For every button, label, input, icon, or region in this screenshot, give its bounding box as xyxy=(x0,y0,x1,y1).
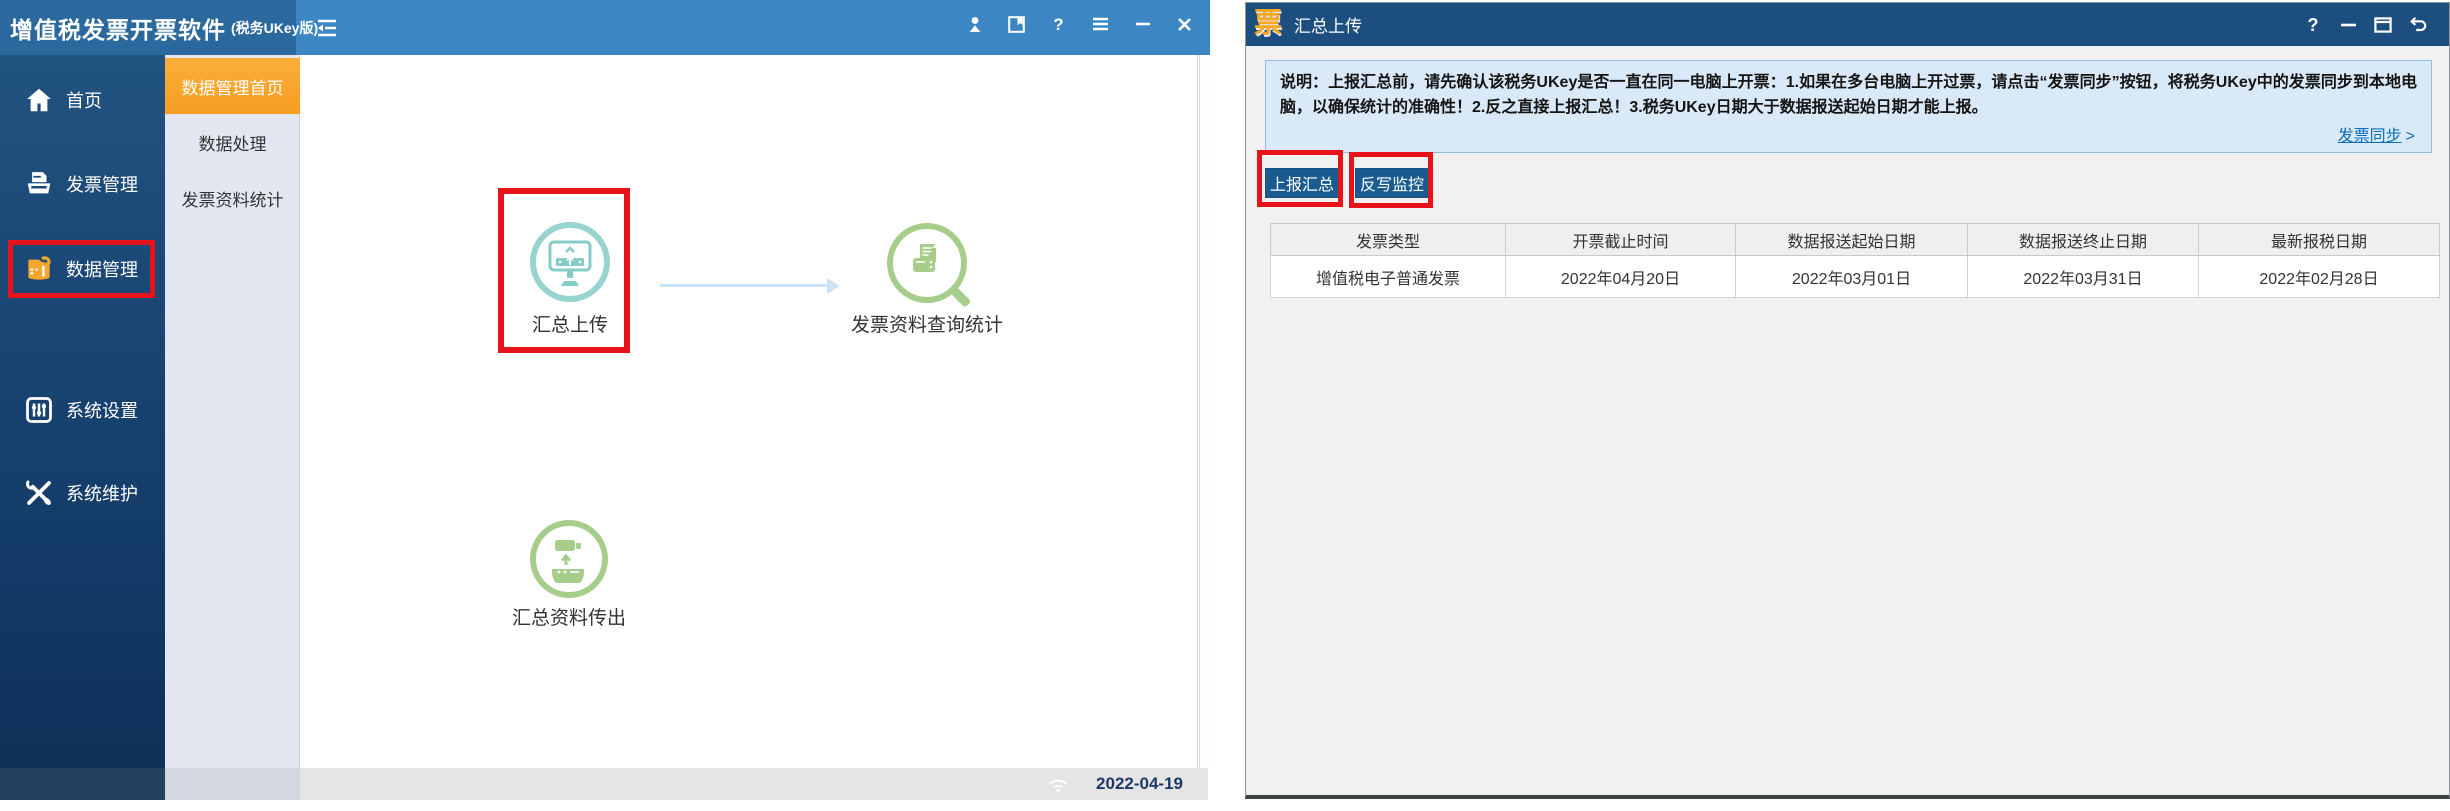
submenu: 数据管理首页 数据处理 发票资料统计 xyxy=(165,55,300,768)
main-window-controls: ? xyxy=(966,10,1193,38)
submenu-item-invoice-statistics[interactable]: 发票资料统计 xyxy=(165,170,300,226)
sidebar-item-invoice-management[interactable]: 发票管理 xyxy=(0,162,165,206)
sidebar: 首页 发票管理 数据管理 系统设置 系统维护 xyxy=(0,55,165,768)
maximize-icon[interactable] xyxy=(2374,16,2392,34)
status-date: 2022-04-19 xyxy=(1096,774,1183,793)
sidebar-item-label: 发票管理 xyxy=(66,175,138,195)
wifi-icon xyxy=(1046,776,1070,798)
statusbar-sidebar-segment xyxy=(0,768,165,800)
summary-upload-dialog: 票 汇总上传 ? 说明：上报汇总前，请先确认该税务UKey是否一直在同一电脑上开… xyxy=(1245,2,2450,799)
sidebar-item-system-settings[interactable]: 系统设置 xyxy=(0,388,165,432)
col-report-start-date: 数据报送起始日期 xyxy=(1735,223,1968,256)
node-summary-upload[interactable] xyxy=(530,222,610,302)
col-report-end-date: 数据报送终止日期 xyxy=(1967,223,2199,256)
app-subtitle: (税务UKey版) xyxy=(231,19,319,36)
flow-arrow-line xyxy=(660,284,828,287)
home-icon xyxy=(24,85,54,115)
sidebar-item-label: 系统设置 xyxy=(66,401,138,421)
user-icon[interactable] xyxy=(966,16,983,33)
cell-invoice-type: 增值税电子普通发票 xyxy=(1270,255,1506,298)
submenu-item-label: 数据处理 xyxy=(198,134,267,154)
table-header-row: 发票类型 开票截止时间 数据报送起始日期 数据报送终止日期 最新报税日期 xyxy=(1270,223,2440,256)
cell-issue-deadline: 2022年04月20日 xyxy=(1505,255,1736,298)
node-label-summary-upload[interactable]: 汇总上传 xyxy=(530,310,610,337)
content-canvas: 汇总上传 发票资料查询统计 汇总资料传出 xyxy=(300,55,1198,768)
back-icon[interactable] xyxy=(2409,16,2427,34)
statusbar-submenu-segment xyxy=(165,768,300,800)
app-brand: 增值税发票开票软件 (税务UKey版) xyxy=(0,0,318,55)
report-summary-button[interactable]: 上报汇总 xyxy=(1265,168,1339,198)
help-icon[interactable]: ? xyxy=(2304,16,2322,34)
minimize-icon[interactable] xyxy=(1134,16,1151,33)
node-label-invoice-query-statistics[interactable]: 发票资料查询统计 xyxy=(847,310,1007,337)
minimize-icon[interactable] xyxy=(2339,16,2357,34)
statusbar xyxy=(300,768,1208,800)
sidebar-item-label: 数据管理 xyxy=(66,260,138,280)
sidebar-item-label: 首页 xyxy=(66,91,102,111)
col-latest-tax-date: 最新报税日期 xyxy=(2198,223,2440,256)
report-table: 发票类型 开票截止时间 数据报送起始日期 数据报送终止日期 最新报税日期 增值税… xyxy=(1270,223,2440,298)
sidebar-item-label: 系统维护 xyxy=(66,484,138,504)
sidebar-item-system-maintenance[interactable]: 系统维护 xyxy=(0,471,165,515)
notice-panel: 说明：上报汇总前，请先确认该税务UKey是否一直在同一电脑上开票：1.如果在多台… xyxy=(1265,60,2432,153)
table-row[interactable]: 增值税电子普通发票 2022年04月20日 2022年03月01日 2022年0… xyxy=(1270,255,2440,298)
col-invoice-type: 发票类型 xyxy=(1270,223,1506,256)
search-documents-icon xyxy=(913,244,936,272)
cell-latest-tax-date: 2022年02月28日 xyxy=(2198,255,2440,298)
submenu-item-label: 数据管理首页 xyxy=(181,78,284,98)
dialog-window-controls: ? xyxy=(2304,3,2427,46)
monitor-upload-icon xyxy=(548,240,592,286)
main-window: 增值税发票开票软件 (税务UKey版) ? 首页 发票管理 数据管理 系统设置 … xyxy=(0,0,1210,800)
bookmark-icon[interactable] xyxy=(1008,15,1025,33)
submenu-item-data-home[interactable]: 数据管理首页 xyxy=(165,58,300,114)
menu-icon[interactable] xyxy=(1092,16,1109,33)
magnifier-handle xyxy=(950,287,972,308)
scrollbar-track[interactable] xyxy=(1199,55,1210,768)
invoice-logo-icon: 票 xyxy=(1254,7,1283,38)
node-summary-export[interactable] xyxy=(530,520,608,598)
invoice-printer-icon xyxy=(24,169,54,199)
tools-icon xyxy=(24,478,54,508)
close-icon[interactable] xyxy=(1176,16,1193,33)
node-label-summary-export[interactable]: 汇总资料传出 xyxy=(512,603,626,630)
app-title: 增值税发票开票软件 xyxy=(10,16,226,43)
dialog-title: 汇总上传 xyxy=(1294,17,1362,36)
collapse-sidebar-icon[interactable] xyxy=(316,19,338,37)
export-device-icon xyxy=(552,540,584,583)
main-titlebar: 增值税发票开票软件 (税务UKey版) ? xyxy=(0,0,1210,55)
col-issue-deadline: 开票截止时间 xyxy=(1505,223,1736,256)
dialog-titlebar: 票 汇总上传 ? xyxy=(1246,3,2449,46)
submenu-item-label: 发票资料统计 xyxy=(181,190,284,210)
invoice-sync-link-label[interactable]: 发票同步 xyxy=(2338,128,2402,145)
sidebar-item-home[interactable]: 首页 xyxy=(0,78,165,122)
writeback-monitor-button[interactable]: 反写监控 xyxy=(1355,168,1429,198)
chevron-right-icon: > xyxy=(2405,128,2415,145)
cell-report-end-date: 2022年03月31日 xyxy=(1967,255,2199,298)
sliders-icon xyxy=(24,395,54,425)
flow-arrow-head xyxy=(827,278,840,294)
cell-report-start-date: 2022年03月01日 xyxy=(1735,255,1968,298)
invoice-sync-link[interactable]: 发票同步 > xyxy=(2338,122,2415,146)
data-folder-icon xyxy=(24,254,54,284)
desktop: { "app": { "title": "增值税发票开票软件", "subtit… xyxy=(0,0,2450,811)
sidebar-item-data-management[interactable]: 数据管理 xyxy=(0,247,165,291)
submenu-item-data-processing[interactable]: 数据处理 xyxy=(165,114,300,170)
notice-text: 说明：上报汇总前，请先确认该税务UKey是否一直在同一电脑上开票：1.如果在多台… xyxy=(1280,74,2417,116)
help-icon[interactable]: ? xyxy=(1050,16,1067,33)
